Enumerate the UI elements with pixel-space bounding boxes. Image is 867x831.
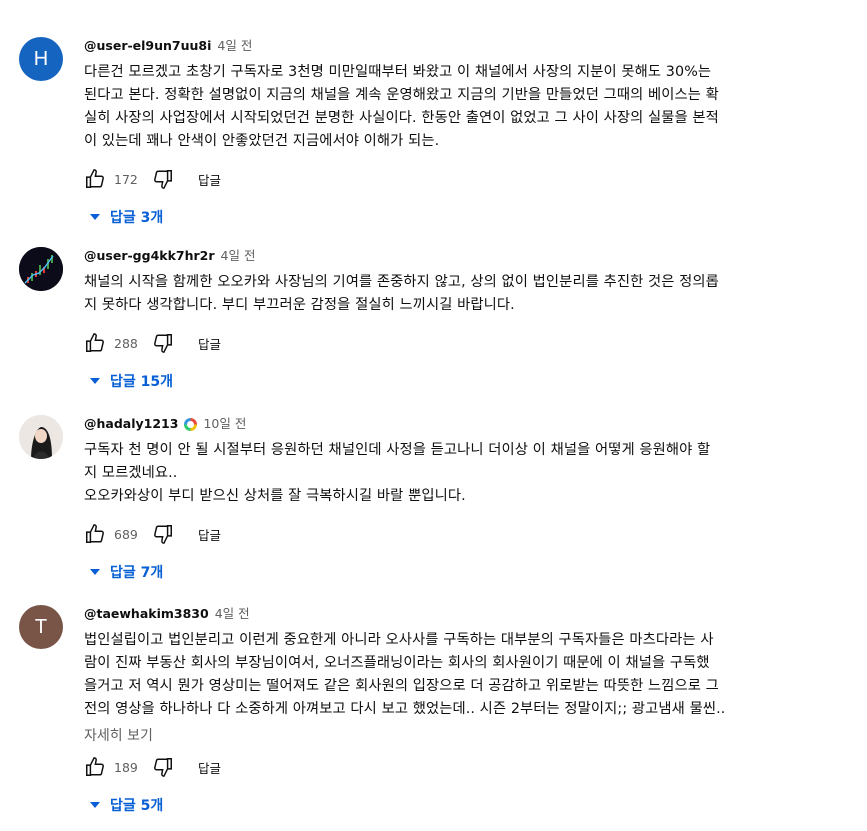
read-more-button[interactable]: 자세히 보기 bbox=[84, 725, 824, 745]
like-count: 288 bbox=[114, 335, 138, 351]
avatar[interactable] bbox=[19, 415, 63, 459]
comment-time[interactable]: 4일 전 bbox=[215, 605, 250, 623]
comment-text: 채널의 시작을 함께한 오오카와 사장님의 기여를 존중하지 않고, 상의 없이… bbox=[84, 274, 719, 313]
avatar[interactable]: T bbox=[19, 605, 63, 649]
avatar-letter: T bbox=[34, 615, 48, 638]
comment-time[interactable]: 4일 전 bbox=[221, 247, 256, 265]
dislike-icon[interactable] bbox=[152, 756, 174, 778]
replies-label: 답글 3개 bbox=[110, 210, 164, 226]
comment-actions: 172 답글 bbox=[84, 167, 824, 191]
chevron-down-icon bbox=[90, 214, 100, 220]
like-icon[interactable] bbox=[84, 523, 106, 545]
dislike-icon[interactable] bbox=[152, 523, 174, 545]
comment-author[interactable]: @taewhakim3830 bbox=[84, 605, 209, 623]
replies-label: 답글 15개 bbox=[110, 374, 173, 390]
avatar[interactable] bbox=[19, 247, 63, 291]
comment-time[interactable]: 10일 전 bbox=[203, 415, 246, 433]
avatar-letter: H bbox=[33, 47, 49, 70]
comment-text: 다른건 모르겠고 초창기 구독자로 3천명 미만일때부터 봐왔고 이 채널에서 … bbox=[84, 64, 719, 149]
view-replies-button[interactable]: 답글 5개 bbox=[90, 795, 824, 815]
comment-actions: 689 답글 bbox=[84, 522, 824, 546]
comment-actions: 189 답글 bbox=[84, 755, 824, 779]
reply-button[interactable]: 답글 bbox=[198, 758, 221, 777]
chevron-down-icon bbox=[90, 802, 100, 808]
reply-button[interactable]: 답글 bbox=[198, 334, 221, 353]
comment-author[interactable]: @hadaly1213 bbox=[84, 415, 178, 433]
reply-button[interactable]: 답글 bbox=[198, 525, 221, 544]
chevron-down-icon bbox=[90, 378, 100, 384]
view-replies-button[interactable]: 답글 15개 bbox=[90, 371, 824, 391]
chart-avatar-icon bbox=[19, 247, 63, 291]
comment-author[interactable]: @user-el9un7uu8i bbox=[84, 37, 211, 55]
like-count: 189 bbox=[114, 759, 138, 775]
view-replies-button[interactable]: 답글 7개 bbox=[90, 562, 824, 582]
comment-actions: 288 답글 bbox=[84, 331, 824, 355]
replies-label: 답글 5개 bbox=[110, 798, 164, 814]
like-icon[interactable] bbox=[84, 168, 106, 190]
dislike-icon[interactable] bbox=[152, 168, 174, 190]
replies-label: 답글 7개 bbox=[110, 565, 164, 581]
comment-text: 구독자 천 명이 안 될 시절부터 응원하던 채널인데 사정을 듣고나니 더이상… bbox=[84, 442, 711, 504]
chevron-down-icon bbox=[90, 569, 100, 575]
dislike-icon[interactable] bbox=[152, 332, 174, 354]
person-avatar-icon bbox=[19, 415, 63, 459]
view-replies-button[interactable]: 답글 3개 bbox=[90, 207, 824, 227]
reply-button[interactable]: 답글 bbox=[198, 170, 221, 189]
comment-author[interactable]: @user-gg4kk7hr2r bbox=[84, 247, 215, 265]
like-count: 689 bbox=[114, 526, 138, 542]
comment-text: 법인설립이고 법인분리고 이런게 중요한게 아니라 오사사를 구독하는 대부분의… bbox=[84, 632, 726, 717]
verified-badge-icon bbox=[184, 417, 198, 431]
comment-time[interactable]: 4일 전 bbox=[217, 37, 252, 55]
like-icon[interactable] bbox=[84, 332, 106, 354]
avatar[interactable]: H bbox=[19, 37, 63, 81]
like-count: 172 bbox=[114, 171, 138, 187]
like-icon[interactable] bbox=[84, 756, 106, 778]
